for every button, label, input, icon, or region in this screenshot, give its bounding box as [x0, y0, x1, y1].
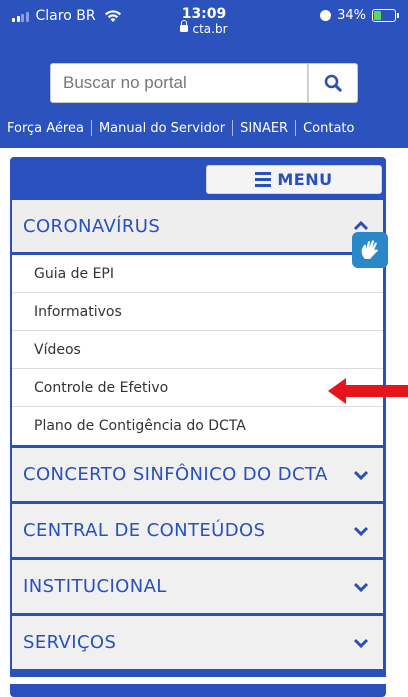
menu-list: CORONAVÍRUS Guia de EPI Informativos Víd… — [12, 200, 383, 672]
nav-link-sinaer[interactable]: SINAER — [233, 121, 295, 136]
menu-section-label: CORONAVÍRUS — [23, 215, 161, 237]
coronavirus-submenu: Guia de EPI Informativos Vídeos Controle… — [12, 255, 383, 445]
address-bar[interactable]: cta.br — [0, 20, 408, 36]
menu-section-institucional[interactable]: INSTITUCIONAL — [12, 560, 383, 616]
menu-toggle-label: MENU — [277, 170, 333, 189]
search-button[interactable] — [308, 63, 358, 103]
search-bar — [50, 63, 358, 103]
menu-section-concerto-sinfonico[interactable]: CONCERTO SINFÔNICO DO DCTA — [12, 448, 383, 504]
hamburger-icon — [255, 172, 272, 187]
top-nav: Força Aérea Manual do Servidor SINAER Co… — [0, 117, 408, 139]
chevron-down-icon — [353, 526, 369, 536]
menu-panel: MENU CORONAVÍRUS Guia de EPI Informativo… — [10, 157, 386, 697]
lock-icon — [180, 20, 189, 32]
menu-section-label: CONCERTO SINFÔNICO DO DCTA — [23, 464, 328, 485]
site-header: Claro BR 13:09 cta.br 34% Força Aérea — [0, 0, 408, 148]
status-right: 34% — [320, 8, 399, 23]
submenu-item-informativos[interactable]: Informativos — [12, 293, 383, 331]
sign-language-accessibility-button[interactable] — [352, 232, 388, 268]
alarm-icon — [320, 10, 332, 21]
battery-percent: 34% — [337, 8, 366, 23]
search-input[interactable] — [50, 63, 308, 103]
chevron-down-icon — [353, 582, 369, 592]
menu-section-central-de-conteudos[interactable]: CENTRAL DE CONTEÚDOS — [12, 504, 383, 560]
nav-link-manual-do-servidor[interactable]: Manual do Servidor — [92, 121, 232, 136]
sign-language-hand-icon — [361, 240, 378, 259]
chevron-down-icon — [353, 470, 369, 480]
page-bottom — [0, 677, 408, 684]
menu-section-label: INSTITUCIONAL — [23, 576, 167, 597]
submenu-item-guia-de-epi[interactable]: Guia de EPI — [12, 255, 383, 293]
red-arrow-icon — [328, 378, 408, 404]
chevron-down-icon — [353, 638, 369, 648]
menu-section-label: CENTRAL DE CONTEÚDOS — [23, 520, 266, 541]
nav-link-contato[interactable]: Contato — [296, 121, 361, 136]
menu-toggle-button[interactable]: MENU — [206, 165, 382, 194]
battery-icon — [372, 9, 399, 22]
search-icon — [324, 74, 342, 92]
status-bar: Claro BR 13:09 cta.br 34% — [0, 0, 408, 36]
submenu-item-videos[interactable]: Vídeos — [12, 331, 383, 369]
menu-section-label: SERVIÇOS — [23, 632, 117, 653]
menu-section-coronavirus[interactable]: CORONAVÍRUS — [12, 200, 383, 255]
address-url: cta.br — [192, 22, 228, 36]
submenu-item-plano-de-contigencia[interactable]: Plano de Contigência do DCTA — [12, 407, 383, 445]
menu-section-servicos[interactable]: SERVIÇOS — [12, 616, 383, 672]
chevron-up-icon — [353, 220, 369, 231]
nav-link-forca-aerea[interactable]: Força Aérea — [0, 121, 91, 136]
